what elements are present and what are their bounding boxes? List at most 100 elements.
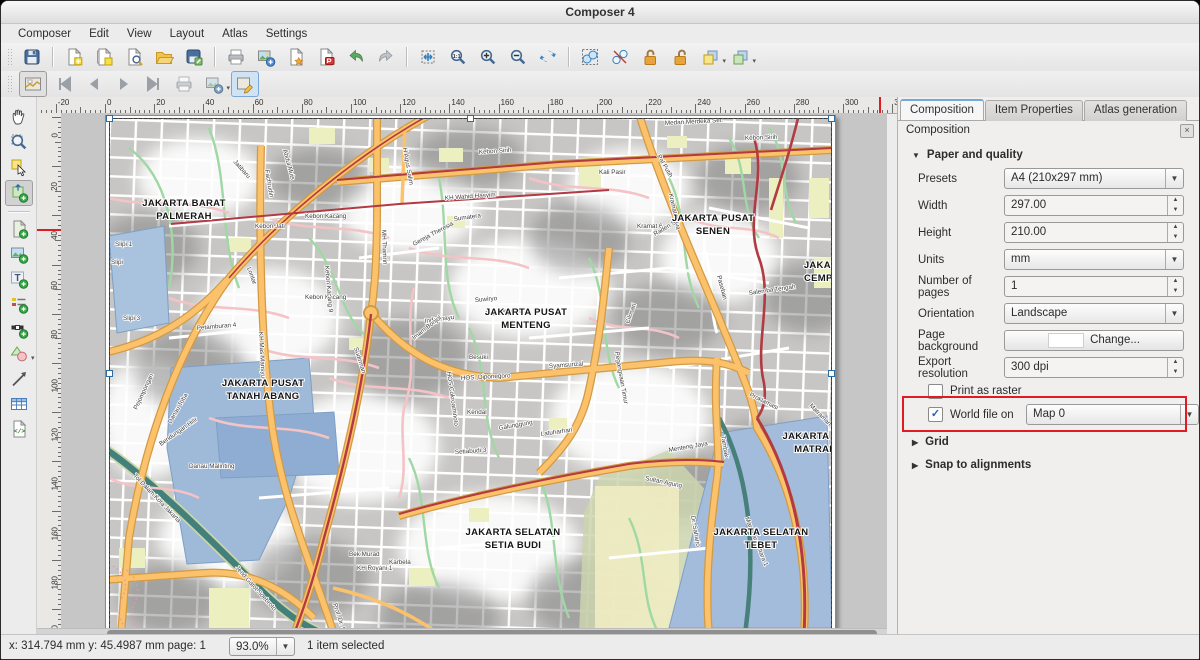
export-resolution-spinbox[interactable]: 300 dpi▲▼ bbox=[1004, 357, 1184, 378]
lock-items-icon bbox=[640, 47, 660, 67]
export-svg-button[interactable] bbox=[283, 45, 309, 69]
export-image-button[interactable] bbox=[253, 45, 279, 69]
spin-up-icon[interactable]: ▲ bbox=[1168, 358, 1183, 368]
unlock-items-button[interactable] bbox=[667, 45, 693, 69]
title-bar[interactable]: Composer 4 bbox=[1, 1, 1199, 24]
selection-handle[interactable] bbox=[106, 370, 113, 377]
zoom-level-combo[interactable]: 93.0% ▼ bbox=[229, 637, 295, 656]
spin-up-icon[interactable]: ▲ bbox=[1168, 196, 1183, 206]
select-move-item-button[interactable] bbox=[6, 155, 32, 179]
ruler-tick bbox=[52, 314, 61, 315]
add-table-button[interactable] bbox=[6, 392, 32, 416]
chevron-down-icon: ▾ bbox=[722, 57, 726, 65]
chevron-down-icon: ▼ bbox=[276, 638, 294, 655]
first-feature-button[interactable] bbox=[51, 72, 77, 96]
world-file-on-checkbox[interactable]: ✓ bbox=[928, 407, 943, 422]
align-items-dropdown-button[interactable]: ▾ bbox=[727, 45, 753, 69]
duplicate-composition-button[interactable] bbox=[91, 45, 117, 69]
new-composition-button[interactable] bbox=[61, 45, 87, 69]
selection-handle[interactable] bbox=[106, 115, 113, 122]
zoom-one-to-one-button[interactable]: 1:1 bbox=[445, 45, 471, 69]
ruler-label: 140 bbox=[451, 98, 464, 107]
spin-down-icon[interactable]: ▼ bbox=[1168, 287, 1183, 297]
width-spinbox[interactable]: 297.00▲▼ bbox=[1004, 195, 1184, 216]
menu-layout[interactable]: Layout bbox=[161, 26, 214, 42]
menu-edit[interactable]: Edit bbox=[80, 26, 118, 42]
ungroup-items-button[interactable] bbox=[607, 45, 633, 69]
lock-items-button[interactable] bbox=[637, 45, 663, 69]
zoom-in-button[interactable] bbox=[475, 45, 501, 69]
align-items-dropdown-icon bbox=[730, 47, 750, 67]
pan-button[interactable] bbox=[6, 105, 32, 129]
spin-up-icon[interactable]: ▲ bbox=[1168, 223, 1183, 233]
spin-buttons[interactable]: ▲▼ bbox=[1167, 196, 1183, 215]
menu-settings[interactable]: Settings bbox=[257, 26, 317, 42]
export-atlas-dropdown-button[interactable]: ▾ bbox=[201, 72, 227, 96]
save-as-icon bbox=[184, 47, 204, 67]
previous-feature-icon bbox=[84, 74, 104, 94]
next-feature-button[interactable] bbox=[111, 72, 137, 96]
add-legend-button[interactable] bbox=[6, 292, 32, 316]
open-button[interactable] bbox=[151, 45, 177, 69]
tab-atlas-generation[interactable]: Atlas generation bbox=[1084, 100, 1187, 121]
print-button[interactable] bbox=[223, 45, 249, 69]
presets-combo[interactable]: A4 (210x297 mm)▼ bbox=[1004, 168, 1184, 189]
atlas-preview-button[interactable] bbox=[19, 71, 47, 97]
undo-button[interactable] bbox=[343, 45, 369, 69]
add-shape-dropdown-button[interactable]: ▾ bbox=[6, 342, 32, 366]
units-combo[interactable]: mm▼ bbox=[1004, 249, 1184, 270]
spin-down-icon[interactable]: ▼ bbox=[1168, 233, 1183, 243]
menu-composer[interactable]: Composer bbox=[9, 26, 80, 42]
group-items-button[interactable] bbox=[577, 45, 603, 69]
add-label-button[interactable]: T bbox=[6, 267, 32, 291]
export-pdf-button[interactable] bbox=[313, 45, 339, 69]
spin-buttons[interactable]: ▲▼ bbox=[1167, 277, 1183, 296]
close-icon[interactable]: × bbox=[1180, 124, 1194, 138]
manage-composers-button[interactable] bbox=[121, 45, 147, 69]
tab-item-properties[interactable]: Item Properties bbox=[985, 100, 1083, 121]
section-grid[interactable]: ▶Grid bbox=[898, 428, 1199, 451]
save-button[interactable] bbox=[19, 45, 45, 69]
add-html-icon: </> bbox=[9, 419, 29, 439]
add-image-button[interactable] bbox=[6, 242, 32, 266]
ruler-tick bbox=[52, 511, 61, 512]
print-as-raster-checkbox[interactable] bbox=[928, 384, 943, 399]
move-item-content-button[interactable] bbox=[5, 180, 33, 206]
redo-button[interactable] bbox=[373, 45, 399, 69]
section-paper-and-quality[interactable]: ▼Paper and quality bbox=[898, 143, 1199, 165]
menu-view[interactable]: View bbox=[118, 26, 161, 42]
zoom-tool-button[interactable] bbox=[6, 130, 32, 154]
add-arrow-button[interactable] bbox=[6, 367, 32, 391]
atlas-settings-button[interactable] bbox=[231, 71, 259, 97]
add-map-button[interactable] bbox=[6, 217, 32, 241]
page-background-change-button[interactable]: Change... bbox=[1004, 330, 1184, 351]
last-feature-button[interactable] bbox=[141, 72, 167, 96]
section-snap-to-alignments[interactable]: ▶Snap to alignments bbox=[898, 451, 1199, 474]
tab-composition[interactable]: Composition bbox=[900, 99, 984, 120]
number-of-pages-spinbox[interactable]: 1▲▼ bbox=[1004, 276, 1184, 297]
previous-feature-button[interactable] bbox=[81, 72, 107, 96]
map-item[interactable]: Kebon SirihKebon SirihMedan Merdeka Sel.… bbox=[109, 118, 832, 628]
height-spinbox[interactable]: 210.00▲▼ bbox=[1004, 222, 1184, 243]
zoom-full-button[interactable] bbox=[415, 45, 441, 69]
selection-handle[interactable] bbox=[828, 115, 835, 122]
toolbar-grip bbox=[7, 48, 12, 66]
selection-handle[interactable] bbox=[828, 370, 835, 377]
selection-handle[interactable] bbox=[467, 115, 474, 122]
world-file-on-combo[interactable]: Map 0▼ bbox=[1026, 404, 1199, 425]
spin-buttons[interactable]: ▲▼ bbox=[1167, 358, 1183, 377]
add-html-button[interactable]: </> bbox=[6, 417, 32, 441]
zoom-out-button[interactable] bbox=[505, 45, 531, 69]
spin-up-icon[interactable]: ▲ bbox=[1168, 277, 1183, 287]
spin-buttons[interactable]: ▲▼ bbox=[1167, 223, 1183, 242]
menu-atlas[interactable]: Atlas bbox=[213, 26, 257, 42]
raise-items-dropdown-button[interactable]: ▾ bbox=[697, 45, 723, 69]
orientation-combo[interactable]: Landscape▼ bbox=[1004, 303, 1184, 324]
spin-down-icon[interactable]: ▼ bbox=[1168, 368, 1183, 378]
print-atlas-button[interactable] bbox=[171, 72, 197, 96]
add-scalebar-button[interactable] bbox=[6, 317, 32, 341]
composer-canvas[interactable]: Kebon SirihKebon SirihMedan Merdeka Sel.… bbox=[61, 113, 887, 628]
spin-down-icon[interactable]: ▼ bbox=[1168, 206, 1183, 216]
save-as-button[interactable] bbox=[181, 45, 207, 69]
refresh-button[interactable] bbox=[535, 45, 561, 69]
